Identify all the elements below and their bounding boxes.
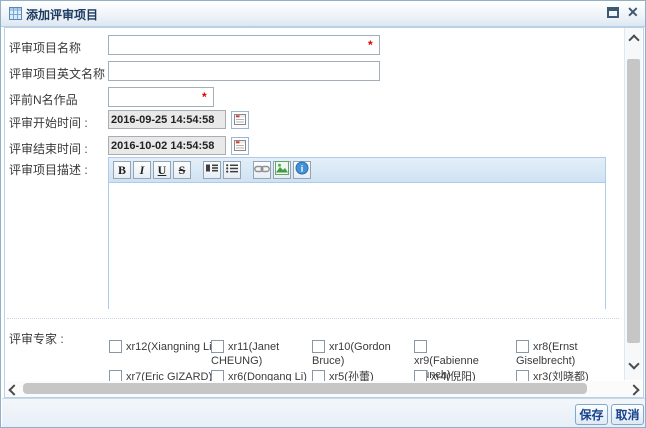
- scroll-left-button[interactable]: [7, 383, 20, 396]
- section-divider: [7, 318, 619, 319]
- editor-text-area[interactable]: [109, 183, 605, 310]
- close-icon[interactable]: ✕: [627, 4, 639, 21]
- expert-item: xr11(Janet CHEUNG): [211, 340, 291, 368]
- end-time-input[interactable]: [108, 136, 226, 155]
- experts-label: 评审专家 :: [9, 330, 64, 347]
- top-n-label: 评前N名作品: [9, 91, 78, 108]
- italic-button[interactable]: I: [133, 161, 151, 179]
- image-icon: [275, 161, 289, 179]
- description-editor: B I U S i: [108, 157, 606, 309]
- maximize-icon[interactable]: [607, 7, 619, 18]
- scroll-down-button[interactable]: [627, 357, 640, 370]
- editor-toolbar: B I U S i: [109, 158, 605, 183]
- bold-button[interactable]: B: [113, 161, 131, 179]
- scroll-up-button[interactable]: [627, 33, 640, 46]
- chevron-left-icon: [8, 384, 19, 395]
- required-asterisk: *: [368, 38, 373, 52]
- chevron-down-icon: [628, 358, 639, 369]
- info-button[interactable]: i: [293, 161, 311, 179]
- expert-checkbox[interactable]: [211, 340, 224, 353]
- dialog-title: 添加评审项目: [26, 6, 98, 23]
- cancel-button[interactable]: 取消: [611, 404, 644, 425]
- blockquote-icon: [205, 162, 219, 178]
- end-time-label: 评审结束时间 :: [9, 140, 88, 157]
- save-button[interactable]: 保存: [575, 404, 608, 425]
- blockquote-button[interactable]: [203, 161, 221, 179]
- vertical-scrollbar-thumb[interactable]: [627, 59, 640, 343]
- underline-button[interactable]: U: [153, 161, 171, 179]
- grid-icon: [9, 7, 22, 23]
- dialog-footer: [2, 398, 646, 428]
- start-time-calendar-button[interactable]: [231, 111, 249, 129]
- list-button[interactable]: [223, 161, 241, 179]
- expert-checkbox[interactable]: [109, 340, 122, 353]
- top-n-input[interactable]: [108, 87, 214, 107]
- project-name-input[interactable]: [108, 35, 380, 55]
- expert-label: xr12(Xiangning Li): [126, 341, 215, 353]
- dialog-title-bar[interactable]: 添加评审项目 ✕: [1, 1, 645, 27]
- expert-checkbox[interactable]: [312, 340, 325, 353]
- project-name-en-input[interactable]: [108, 61, 380, 81]
- expert-checkbox[interactable]: [516, 340, 529, 353]
- description-label: 评审项目描述 :: [9, 161, 88, 178]
- expert-checkbox[interactable]: [414, 340, 427, 353]
- project-name-label: 评审项目名称: [9, 39, 81, 56]
- strikethrough-button[interactable]: S: [173, 161, 191, 179]
- expert-item: xr10(Gordon Bruce): [312, 340, 392, 368]
- end-time-calendar-button[interactable]: [231, 137, 249, 155]
- link-icon: [254, 163, 270, 178]
- scroll-right-button[interactable]: [627, 383, 640, 396]
- chevron-right-icon: [628, 384, 639, 395]
- link-button[interactable]: [253, 161, 271, 179]
- calendar-icon: [234, 139, 246, 154]
- calendar-icon: [234, 113, 246, 128]
- start-time-label: 评审开始时间 :: [9, 114, 88, 131]
- horizontal-scrollbar-thumb[interactable]: [23, 383, 587, 394]
- project-name-en-label: 评审项目英文名称: [9, 65, 105, 82]
- start-time-input[interactable]: [108, 110, 226, 129]
- add-review-project-dialog: 添加评审项目 ✕ 评审项目名称 * 评审项目英文名称 评前N名作品 * 评审开始…: [0, 0, 646, 428]
- image-button[interactable]: [273, 161, 291, 179]
- chevron-up-icon: [628, 34, 639, 45]
- required-asterisk: *: [202, 90, 207, 104]
- list-icon: [225, 162, 239, 178]
- expert-item: xr8(Ernst Giselbrecht): [516, 340, 596, 368]
- info-icon: i: [295, 161, 309, 179]
